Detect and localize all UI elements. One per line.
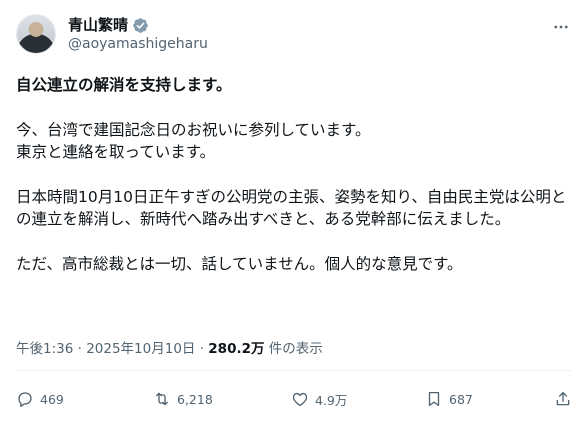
verified-badge-icon [133, 17, 148, 33]
author-display-name[interactable]: 青山繁晴 [68, 16, 128, 34]
bookmark-icon [428, 391, 440, 407]
share-button[interactable] [554, 385, 572, 413]
repost-count: 6,218 [177, 391, 213, 407]
views-label: 件の表示 [264, 341, 323, 357]
avatar[interactable] [16, 14, 56, 54]
action-bar: 469 6,218 4.9万 687 [16, 385, 572, 413]
post-header: 青山繁晴 @aoyamashigeharu [16, 14, 572, 58]
post-meta: 午後1:36 · 2025年10月10日 · 280.2万 件の表示 [16, 340, 323, 358]
post-paragraph-2: 日本時間10月10日正午すぎの公明党の主張、姿勢を知り、自由民主党は公明との連立… [16, 187, 567, 229]
author-name-row: 青山繁晴 [68, 16, 149, 34]
more-options-button[interactable] [550, 16, 572, 38]
bookmark-button[interactable]: 687 [425, 385, 473, 413]
repost-icon [156, 392, 168, 406]
like-button[interactable]: 4.9万 [291, 385, 347, 413]
divider [16, 370, 572, 371]
share-icon [556, 391, 570, 406]
post-paragraph-3: ただ、高市総裁とは一切、話していません。個人的な意見です。 [16, 254, 463, 273]
bookmark-count: 687 [449, 391, 473, 407]
post-headline: 自公連立の解消を支持します。 [16, 76, 232, 94]
post-body: 自公連立の解消を支持します。 今、台湾で建国記念日のお祝いに参列しています。 東… [16, 74, 576, 275]
reply-icon [18, 392, 32, 408]
reply-count: 469 [40, 391, 64, 407]
reply-button[interactable]: 469 [16, 385, 64, 413]
like-count: 4.9万 [315, 392, 348, 408]
post-paragraph-1: 今、台湾で建国記念日のお祝いに参列しています。 東京と連絡を取っています。 [16, 120, 371, 162]
author-handle[interactable]: @aoyamashigeharu [68, 36, 208, 53]
repost-button[interactable]: 6,218 [153, 385, 213, 413]
like-icon [292, 392, 308, 407]
more-options-icon [554, 25, 568, 29]
views-count: 280.2万 [208, 341, 265, 357]
post-timestamp[interactable]: 午後1:36 · 2025年10月10日 · [16, 341, 208, 357]
